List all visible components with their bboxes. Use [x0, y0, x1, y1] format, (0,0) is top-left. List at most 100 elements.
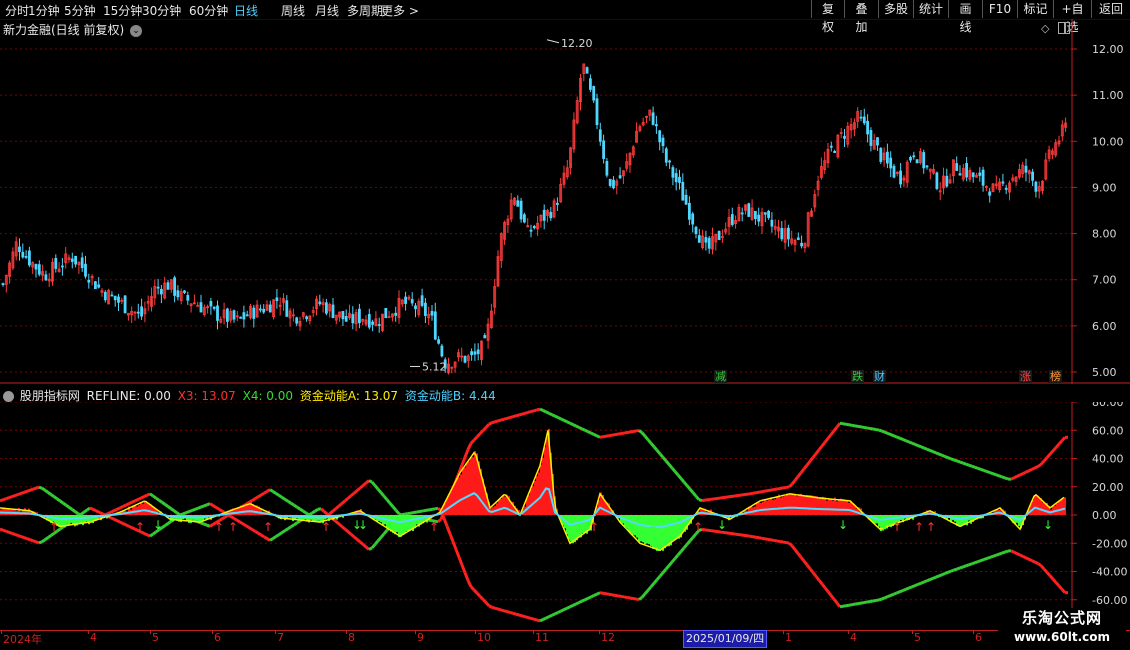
candle-body — [704, 237, 708, 243]
fund-a-fill — [68, 515, 70, 525]
x4-value: X4: 0.00 — [242, 389, 294, 403]
lower-envelope — [524, 615, 529, 619]
upper-envelope — [755, 490, 760, 495]
event-tag-1[interactable]: 跌 — [851, 370, 864, 383]
toolbar-button-5[interactable]: F10 — [982, 0, 1017, 18]
fund-a-fill — [668, 515, 670, 547]
lower-envelope — [773, 538, 778, 543]
down-arrow-icon: ↓ — [358, 518, 368, 532]
period-tab-8[interactable]: 月线 — [315, 2, 339, 19]
candle-body — [1001, 181, 1005, 184]
candle-body — [678, 176, 681, 183]
upper-envelope — [158, 498, 163, 504]
upper-envelope — [860, 425, 865, 429]
fund-a-fill — [1058, 500, 1060, 515]
lower-envelope — [533, 617, 538, 622]
toolbar-button-7[interactable]: +自选 — [1053, 0, 1091, 34]
upper-envelope — [896, 435, 901, 440]
lower-envelope — [59, 525, 64, 531]
period-tab-1[interactable]: 1分钟 — [28, 2, 60, 19]
lower-envelope — [632, 597, 637, 601]
upper-envelope — [506, 416, 511, 420]
lower-envelope — [1051, 578, 1058, 584]
lower-envelope — [983, 557, 988, 561]
upper-envelope — [956, 459, 961, 464]
upper-envelope — [290, 501, 295, 507]
lower-envelope — [466, 579, 473, 588]
gear-icon[interactable] — [3, 391, 14, 402]
upper-envelope — [694, 495, 701, 501]
candle-body — [909, 157, 912, 161]
indicator-chart[interactable]: 80.00 60.00 40.00 20.00 0.00 -20.00 -40.00 -60.… — [0, 402, 1130, 630]
lower-envelope — [926, 578, 931, 583]
upper-envelope — [62, 501, 67, 507]
fund-a-fill — [504, 496, 506, 515]
lower-envelope — [413, 510, 418, 515]
fund-a-fill — [808, 495, 810, 515]
period-tab-0[interactable]: 分时 — [5, 2, 29, 19]
upper-envelope — [623, 431, 628, 435]
lower-envelope — [599, 591, 604, 595]
upper-envelope — [640, 431, 647, 438]
price-chart[interactable]: 12.00 11.00 10.00 9.00 8.00 7.00 6.00 5.00 12.20… — [0, 19, 1130, 384]
upper-envelope — [335, 504, 340, 510]
period-tab-10[interactable]: 更多 > — [381, 2, 419, 19]
lower-envelope — [460, 564, 467, 574]
period-tab-4[interactable]: 30分钟 — [142, 2, 181, 19]
event-tag-0[interactable]: 减 — [714, 370, 727, 383]
lower-envelope — [95, 509, 100, 514]
lower-envelope — [89, 506, 94, 511]
candle-body — [186, 294, 190, 301]
toolbar-button-1[interactable]: 叠加 — [844, 0, 878, 34]
candle-body — [123, 295, 127, 314]
upper-envelope — [161, 501, 166, 506]
toolbar-button-6[interactable]: 标记 — [1017, 0, 1053, 18]
toolbar-button-2[interactable]: 多股 — [878, 0, 913, 18]
upper-envelope — [761, 489, 766, 494]
period-tab-3[interactable]: 15分钟 — [103, 2, 142, 19]
toolbar-button-4[interactable]: 画线 — [948, 0, 982, 34]
fund-a-fill — [452, 490, 454, 515]
fund-a-fill — [772, 499, 774, 515]
candle-body — [740, 212, 744, 215]
fund-a-fill — [658, 515, 660, 551]
period-tab-5[interactable]: 60分钟 — [189, 2, 228, 19]
toolbar-button-8[interactable]: 返回 — [1091, 0, 1130, 18]
toolbar-button-3[interactable]: 统计 — [913, 0, 948, 18]
lower-envelope — [488, 604, 493, 609]
upper-envelope — [584, 428, 589, 434]
candle-body — [691, 213, 695, 225]
period-tab-6[interactable]: 日线 — [234, 2, 258, 19]
indicator-name[interactable]: 股朋指标网 — [20, 389, 80, 403]
down-arrow-icon: ↓ — [717, 518, 727, 532]
lower-envelope — [1001, 550, 1006, 555]
upper-envelope — [805, 460, 812, 467]
period-tab-2[interactable]: 5分钟 — [64, 2, 96, 19]
candle-body — [981, 169, 985, 186]
candle-body — [37, 264, 41, 275]
date-label-13: 6 — [975, 631, 982, 644]
event-tag-2[interactable]: 财 — [873, 370, 886, 383]
candle-body — [915, 159, 919, 164]
toolbar-button-0[interactable]: 复权 — [811, 0, 844, 34]
upper-envelope — [35, 485, 40, 490]
candle-body — [707, 237, 711, 249]
lower-envelope — [749, 534, 754, 539]
upper-envelope — [1039, 460, 1046, 466]
upper-envelope — [391, 505, 398, 512]
candle-body — [285, 300, 289, 317]
upper-envelope — [110, 509, 115, 514]
fund-a-fill — [4, 508, 6, 515]
fund-a-fill — [458, 477, 460, 515]
event-tag-3[interactable]: 涨 — [1019, 370, 1032, 383]
date-tick — [212, 630, 213, 634]
y-tick-label: 40.00 — [1092, 453, 1124, 466]
fund-a-fill — [246, 505, 248, 515]
event-tag-4[interactable]: 榜 — [1049, 370, 1062, 383]
fund-a-fill — [388, 515, 390, 529]
period-tab-9[interactable]: 多周期 — [347, 2, 383, 19]
candle-body — [612, 179, 615, 189]
period-tab-7[interactable]: 周线 — [281, 2, 305, 19]
upper-envelope — [368, 479, 373, 484]
lower-envelope — [530, 616, 535, 621]
